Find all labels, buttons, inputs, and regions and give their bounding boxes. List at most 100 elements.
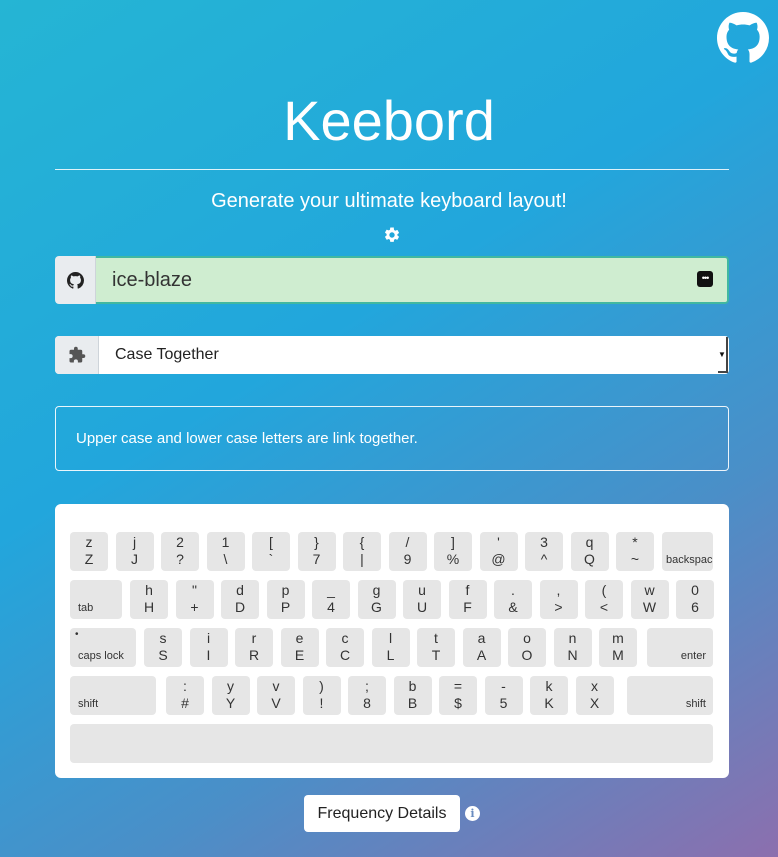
key-row2-11[interactable]: wW: [630, 580, 669, 619]
key-row1-12[interactable]: * ~: [616, 532, 654, 571]
password-manager-icon[interactable]: •••: [697, 271, 713, 287]
key-row3-3[interactable]: eE: [280, 628, 319, 667]
key-bottom-char: N: [567, 647, 578, 663]
key-row4-3[interactable]: )!: [302, 676, 341, 715]
caps-lock-key[interactable]: caps lock •: [70, 628, 136, 667]
key-row4-2[interactable]: vV: [257, 676, 295, 715]
key-row1-9[interactable]: ' @: [479, 532, 518, 571]
key-top-char: ): [319, 678, 324, 694]
page-subtitle: Generate your ultimate keyboard layout!: [211, 190, 567, 212]
key-row2-4[interactable]: _ 4: [312, 580, 350, 619]
key-bottom-char: ~: [630, 551, 640, 567]
key-row1-10[interactable]: 3 ^: [525, 532, 563, 571]
gear-icon[interactable]: [383, 226, 401, 244]
key-row3-0[interactable]: sS: [144, 628, 182, 667]
key-row3-8[interactable]: oO: [508, 628, 546, 667]
key-row1-3[interactable]: 1 \: [206, 532, 245, 571]
key-top-char: k: [545, 678, 553, 694]
key-row3-4[interactable]: cC: [326, 628, 364, 667]
key-row2-9[interactable]: , >: [539, 580, 578, 619]
key-row3-10[interactable]: mM: [599, 628, 637, 667]
shift-right-key[interactable]: shift: [627, 676, 713, 715]
username-input[interactable]: ice-blaze •••: [96, 256, 729, 304]
key-top-char: n: [568, 630, 577, 646]
key-row1-2[interactable]: 2?: [161, 532, 199, 571]
key-top-char: ,: [556, 582, 561, 598]
shift-left-key[interactable]: shift: [70, 676, 156, 715]
key-bottom-char: M: [612, 647, 624, 663]
enter-key-label: enter: [680, 650, 706, 662]
key-bottom-char: 6: [691, 599, 699, 615]
key-row3-9[interactable]: nN: [553, 628, 592, 667]
key-row3-5[interactable]: lL: [371, 628, 410, 667]
key-row3-6[interactable]: tT: [417, 628, 455, 667]
github-username-group: ice-blaze •••: [55, 256, 729, 304]
key-row1-6[interactable]: {|: [343, 532, 381, 571]
key-row4-7[interactable]: -5: [484, 676, 523, 715]
info-icon[interactable]: i: [465, 806, 480, 821]
key-row4-5[interactable]: bB: [393, 676, 432, 715]
key-top-char: ': [497, 534, 500, 550]
key-row4-0[interactable]: : #: [166, 676, 204, 715]
tab-key[interactable]: tab: [70, 580, 122, 619]
key-bottom-char: \: [223, 551, 228, 567]
key-bottom-char: I: [206, 647, 211, 663]
key-row1-1[interactable]: jJ: [115, 532, 154, 571]
key-row1-8[interactable]: ]%: [434, 532, 472, 571]
backspace-key[interactable]: backspace: [662, 532, 713, 571]
key-row4-9[interactable]: xX: [575, 676, 614, 715]
key-row4-1[interactable]: yY: [211, 676, 250, 715]
frequency-details-button[interactable]: Frequency Details: [304, 795, 460, 832]
key-bottom-char: Z: [84, 551, 94, 567]
key-row2-8[interactable]: . &: [494, 580, 532, 619]
key-bottom-char: 9: [403, 551, 412, 567]
key-row4-8[interactable]: kK: [530, 676, 568, 715]
key-top-char: :: [183, 678, 187, 694]
key-bottom-char: Q: [584, 551, 595, 567]
key-row2-5[interactable]: gG: [357, 580, 396, 619]
key-row2-2[interactable]: dD: [221, 580, 259, 619]
key-top-char: _: [327, 582, 335, 598]
key-row1-11[interactable]: qQ: [570, 532, 609, 571]
space-key[interactable]: [70, 724, 713, 763]
key-bottom-char: E: [294, 647, 305, 663]
key-top-char: v: [272, 678, 280, 694]
key-top-char: w: [644, 582, 655, 598]
key-top-char: -: [501, 678, 506, 694]
key-row1-7[interactable]: /9: [388, 532, 427, 571]
key-row2-3[interactable]: pP: [266, 580, 305, 619]
key-bottom-char: &: [508, 599, 518, 615]
key-bottom-char: C: [339, 647, 351, 663]
key-top-char: y: [227, 678, 234, 694]
key-row3-1[interactable]: iI: [189, 628, 228, 667]
key-row2-7[interactable]: fF: [448, 580, 487, 619]
key-bottom-char: `: [268, 551, 274, 567]
key-row2-10[interactable]: (<: [585, 580, 623, 619]
keyboard: zZjJ2?1\[`}7{|/9]%'@3^qQ*~backspacetabhH…: [55, 504, 729, 778]
shift-right-key-label: shift: [685, 698, 706, 710]
key-row2-12[interactable]: 06: [676, 580, 714, 619]
key-top-char: q: [585, 534, 594, 550]
key-row4-4[interactable]: ; 8: [348, 676, 386, 715]
key-top-char: 3: [540, 534, 548, 550]
layout-select[interactable]: Case Together ▼: [99, 336, 729, 374]
key-bottom-char: S: [158, 647, 168, 663]
key-bottom-char: G: [371, 599, 382, 615]
key-row2-0[interactable]: hH: [130, 580, 168, 619]
key-row2-1[interactable]: " +: [175, 580, 214, 619]
key-row3-7[interactable]: aA: [462, 628, 501, 667]
key-bottom-char: $: [454, 695, 462, 711]
key-row2-6[interactable]: uU: [403, 580, 441, 619]
github-icon: [66, 271, 84, 289]
github-icon[interactable]: [717, 12, 769, 64]
key-bottom-char: R: [248, 647, 260, 663]
key-top-char: 1: [221, 534, 230, 550]
key-row1-4[interactable]: [`: [252, 532, 290, 571]
key-row3-2[interactable]: rR: [235, 628, 273, 667]
key-bottom-char: <: [599, 599, 609, 615]
key-row1-5[interactable]: } 7: [297, 532, 336, 571]
enter-key[interactable]: enter: [647, 628, 713, 667]
key-row4-6[interactable]: = $: [439, 676, 477, 715]
chevron-down-icon[interactable]: ▼: [718, 337, 728, 373]
key-row1-0[interactable]: zZ: [70, 532, 108, 571]
